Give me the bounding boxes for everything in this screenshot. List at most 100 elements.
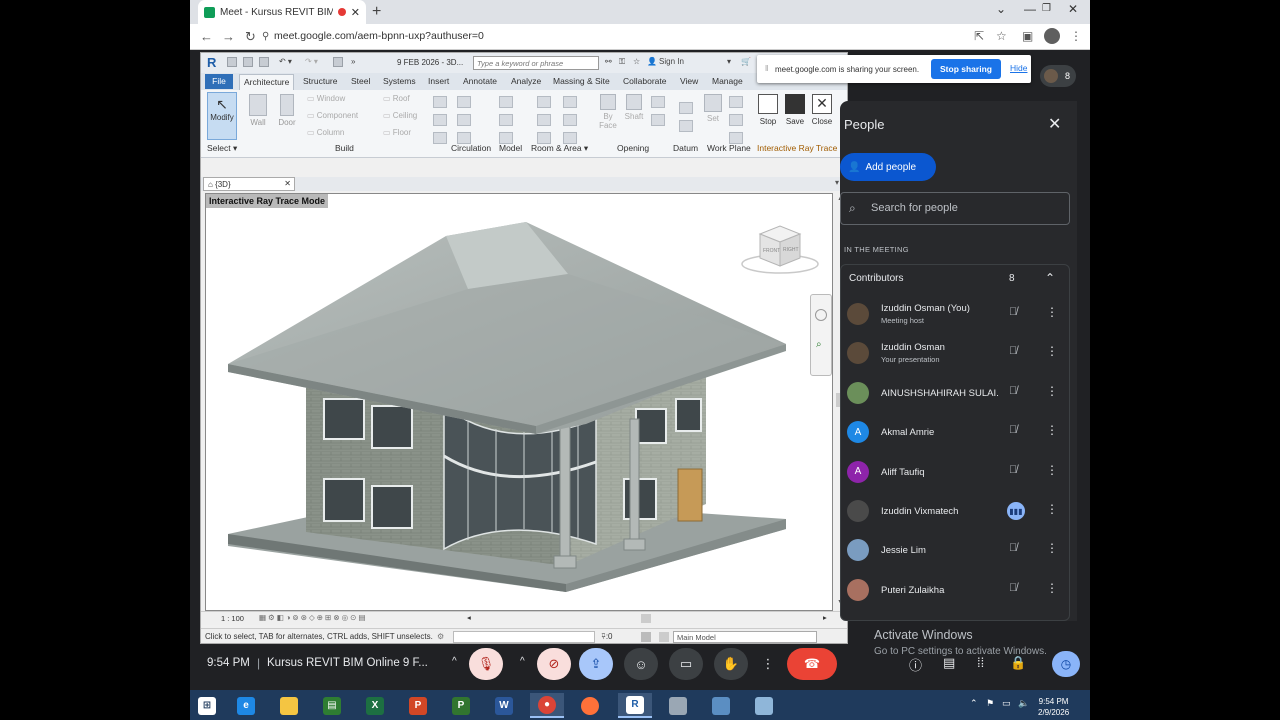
chat-icon[interactable]: ▤	[943, 655, 955, 671]
present-button[interactable]: ⇪	[579, 648, 613, 680]
bookmark-star-icon[interactable]: ☆	[996, 29, 1007, 43]
participant-more-icon[interactable]: ⋮	[1046, 581, 1058, 595]
sidebar-icon[interactable]: ▣	[1022, 29, 1033, 43]
view-control-icons[interactable]: ▦⚙◧◑⊚⊛◇⊕⊞⊗◎⊙▤	[259, 613, 368, 622]
close-view-icon[interactable]: ✕	[284, 179, 291, 188]
audio-options-chevron-icon[interactable]: ^	[452, 656, 457, 667]
ramp-icon[interactable]	[457, 114, 471, 126]
tab-analyze[interactable]: Analyze	[511, 76, 541, 86]
tab-architecture[interactable]: Architecture	[239, 74, 295, 90]
more-vert-icon[interactable]: ⋮	[1070, 29, 1082, 43]
group-select[interactable]: Select ▾	[207, 143, 237, 154]
site-info-icon[interactable]: ⚲	[262, 31, 269, 42]
taskbar-store[interactable]: ▤	[315, 693, 349, 718]
shaft-button[interactable]: Shaft	[621, 94, 647, 121]
vertical-opening-icon[interactable]	[651, 114, 665, 126]
more-qat-icon[interactable]: »	[351, 57, 355, 66]
room-icon[interactable]	[537, 96, 551, 108]
by-face-button[interactable]: By Face	[597, 94, 619, 130]
wall-button[interactable]: Wall	[245, 94, 271, 127]
open-icon[interactable]	[227, 57, 237, 67]
more-options-button[interactable]: ⋮	[756, 648, 780, 680]
taskbar-chrome[interactable]: ●	[530, 693, 564, 718]
participant-more-icon[interactable]: ⋮	[1046, 423, 1058, 437]
restore-icon[interactable]: ❐	[1042, 3, 1051, 14]
editable-only-icon[interactable]	[641, 632, 651, 642]
raise-hand-button[interactable]: ✋	[714, 648, 748, 680]
tab-insert[interactable]: Insert	[428, 76, 449, 86]
grid-icon[interactable]	[679, 120, 693, 132]
participant-more-icon[interactable]: ⋮	[1046, 463, 1058, 477]
revit-logo-icon[interactable]: R	[207, 55, 216, 70]
modify-button[interactable]: ↖ Modify	[207, 92, 237, 140]
save-render-button[interactable]: Save	[783, 94, 807, 126]
participant-more-icon[interactable]: ⋮	[1046, 502, 1058, 516]
render-canvas[interactable]: FRONT RIGHT Interactive Ray Trace Mode ⌕	[205, 193, 833, 611]
close-render-button[interactable]: ✕ Close	[809, 94, 835, 126]
tab-steel[interactable]: Steel	[351, 76, 370, 86]
tab-file[interactable]: File	[205, 74, 233, 89]
tab-systems[interactable]: Systems	[383, 76, 416, 86]
timer-icon[interactable]: ◷	[1052, 651, 1080, 677]
profile-avatar[interactable]	[1044, 28, 1060, 44]
tray-expand-icon[interactable]: ⌃	[970, 698, 978, 709]
taskbar-ie[interactable]: e	[229, 693, 263, 718]
participant-more-icon[interactable]: ⋮	[1046, 384, 1058, 398]
new-tab-icon[interactable]: +	[372, 3, 381, 21]
ref-plane-icon[interactable]	[729, 114, 743, 126]
participant-row[interactable]: Puteri Zulaikha 🎙̸ ⋮	[841, 571, 1069, 610]
undo-icon[interactable]: ↶ ▾	[279, 57, 292, 66]
close-panel-icon[interactable]: ✕	[1048, 114, 1061, 134]
participant-row[interactable]: A Aliff Taufiq 🎙̸ ⋮	[841, 453, 1069, 492]
reload-icon[interactable]: ↻	[245, 29, 256, 45]
show-icon[interactable]	[729, 96, 743, 108]
add-people-button[interactable]: 👤 Add people	[840, 153, 936, 181]
scale-label[interactable]: 1 : 100	[221, 614, 244, 623]
participant-more-icon[interactable]: ⋮	[1046, 541, 1058, 555]
subscription-icon[interactable]: ⚿	[619, 57, 625, 67]
taskbar-revit[interactable]: R	[618, 693, 652, 718]
railing-icon[interactable]	[457, 96, 471, 108]
chevron-up-icon[interactable]: ⌃	[1045, 271, 1055, 285]
area-icon[interactable]	[563, 96, 577, 108]
participant-row[interactable]: Jessie Lim 🎙̸ ⋮	[841, 531, 1069, 570]
binoculars-icon[interactable]: ⚯	[605, 57, 612, 66]
hide-link[interactable]: Hide	[1010, 63, 1027, 73]
curtain-grid-icon[interactable]	[433, 114, 447, 126]
column-button[interactable]: Column	[307, 124, 358, 141]
mullion-icon[interactable]	[433, 132, 447, 144]
close-window-icon[interactable]: ✕	[1068, 2, 1078, 16]
navigation-bar[interactable]: ⌕	[810, 294, 832, 376]
stop-button[interactable]: Stop	[756, 94, 780, 126]
view-list-icon[interactable]: ▾	[835, 178, 839, 187]
forward-icon[interactable]: →	[222, 29, 235, 44]
redo-icon[interactable]: ↷ ▾	[305, 57, 318, 66]
leave-call-button[interactable]: ☎	[787, 648, 837, 680]
taskbar-app2[interactable]	[704, 693, 738, 718]
taskbar-project[interactable]: P	[444, 693, 478, 718]
activities-icon[interactable]: ⁞⁞	[977, 655, 984, 670]
save-icon[interactable]	[243, 57, 253, 67]
tray-volume-icon[interactable]: 🔈	[1018, 698, 1029, 709]
keyword-search-input[interactable]: Type a keyword or phrase	[473, 56, 599, 70]
model-text-icon[interactable]	[499, 96, 513, 108]
captions-button[interactable]: ▭	[669, 648, 703, 680]
participant-row[interactable]: A Akmal Amrie 🎙̸ ⋮	[841, 413, 1069, 452]
worksharing-icon[interactable]: ⚙	[437, 632, 444, 641]
tray-network-icon[interactable]: ▭	[1002, 698, 1011, 709]
tab-structure[interactable]: Structure	[303, 76, 338, 86]
viewcube[interactable]: FRONT RIGHT	[741, 225, 819, 274]
people-search-input[interactable]: ⌕ Search for people	[840, 192, 1070, 225]
participant-more-icon[interactable]: ⋮	[1046, 344, 1058, 358]
taskbar-explorer[interactable]	[272, 693, 306, 718]
filter-icon[interactable]: ⍫:0	[601, 632, 612, 642]
favorites-star-icon[interactable]: ☆	[633, 57, 640, 66]
main-model-select[interactable]: Main Model	[673, 631, 817, 643]
participant-more-icon[interactable]: ⋮	[1046, 305, 1058, 319]
close-tab-icon[interactable]: ✕	[351, 6, 360, 19]
component-button[interactable]: Component	[307, 107, 358, 124]
sync-icon[interactable]	[259, 57, 269, 67]
ceiling-button[interactable]: Ceiling	[383, 107, 417, 124]
back-icon[interactable]: ←	[200, 29, 213, 44]
print-icon[interactable]	[333, 57, 343, 67]
